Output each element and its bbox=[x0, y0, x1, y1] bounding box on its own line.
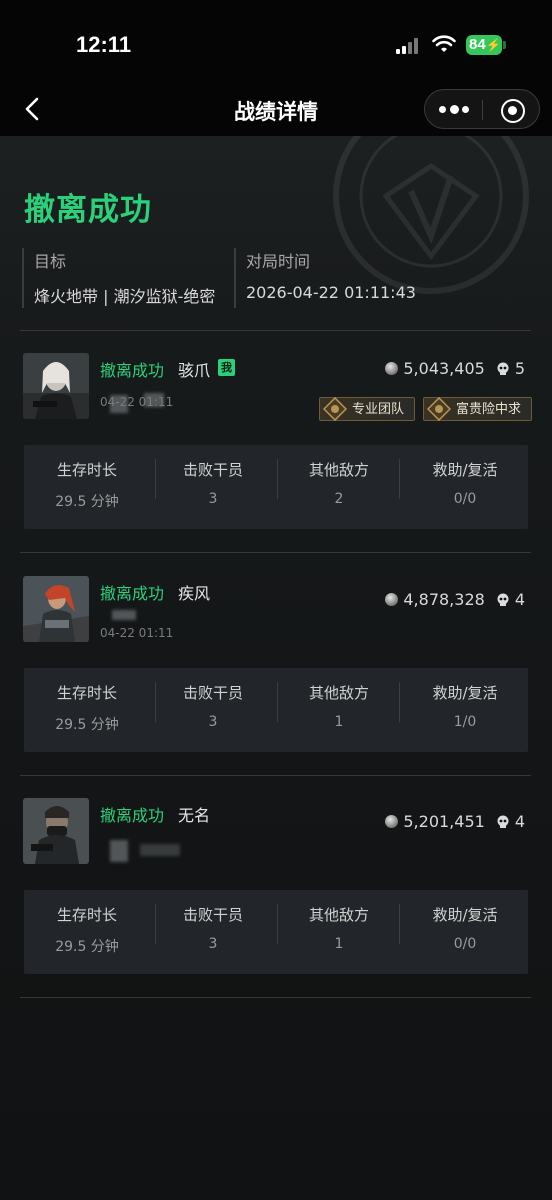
target-label: 目标 bbox=[34, 252, 67, 271]
medal-icon bbox=[426, 397, 451, 421]
stat-label: 击败干员 bbox=[182, 906, 243, 924]
stat-value: 29.5 分钟 bbox=[55, 494, 119, 510]
player-status: 撤离成功 bbox=[100, 361, 165, 380]
divider bbox=[20, 997, 531, 998]
player-name: 骇爪 bbox=[178, 361, 211, 380]
tag-badge: 富贵险中求 bbox=[422, 397, 532, 421]
money-value: 4,878,328 bbox=[403, 590, 485, 609]
match-result-title: 撤离成功 bbox=[24, 192, 152, 228]
coin-icon bbox=[385, 593, 399, 606]
money-display: 4,878,328 4 bbox=[385, 590, 525, 609]
stat-value: 2 bbox=[334, 491, 344, 507]
tag-badge: 专业团队 bbox=[318, 397, 415, 421]
tag-label: 专业团队 bbox=[351, 402, 404, 417]
clock: 12:11 bbox=[76, 32, 132, 57]
player-status: 撤离成功 bbox=[100, 584, 165, 603]
time-info: 对局时间 2026-04-22 01:11:43 bbox=[234, 248, 416, 308]
stat-value: 0/0 bbox=[453, 491, 477, 507]
stat-label: 生存时长 bbox=[56, 906, 117, 924]
avatar bbox=[23, 353, 89, 419]
stat-value: 3 bbox=[208, 714, 218, 730]
medal-icon bbox=[322, 397, 347, 421]
blurred-avatar-frame bbox=[110, 840, 128, 862]
stat-value: 1 bbox=[334, 714, 344, 730]
player-name: 无名 bbox=[178, 806, 211, 825]
mini-program-capsule bbox=[424, 89, 540, 129]
me-badge: 我 bbox=[218, 359, 235, 376]
stat-label: 击败干员 bbox=[182, 461, 243, 479]
stat-label: 救助/复活 bbox=[432, 684, 498, 702]
divider bbox=[20, 330, 531, 331]
money-value: 5,201,451 bbox=[403, 812, 485, 831]
money-display: 5,043,405 5 bbox=[385, 359, 525, 378]
avatar bbox=[23, 576, 89, 642]
wifi-icon bbox=[432, 35, 456, 52]
divider bbox=[20, 775, 531, 776]
nav-bar: 战绩详情 bbox=[0, 86, 552, 136]
tag-list: 专业团队 富贵险中求 bbox=[318, 397, 532, 421]
battery-tip bbox=[503, 41, 506, 49]
stat-label: 生存时长 bbox=[56, 461, 117, 479]
blurred-text bbox=[140, 844, 180, 856]
content-area: 撤离成功 目标 烽火地带 | 潮汐监狱-绝密 对局时间 2026-04-22 0… bbox=[0, 136, 552, 1200]
kills-value: 4 bbox=[514, 812, 525, 831]
coin-icon bbox=[385, 815, 399, 828]
capsule-divider bbox=[482, 100, 483, 120]
stat-value: 1/0 bbox=[453, 714, 477, 730]
target-value: 烽火地带 | 潮汐监狱-绝密 bbox=[34, 287, 216, 306]
stat-label: 生存时长 bbox=[56, 684, 117, 702]
skull-icon bbox=[497, 362, 509, 375]
stats-panel: 生存时长 29.5 分钟 击败干员 3 其他敌方 2 救助/复活 0/0 bbox=[24, 445, 528, 529]
battery-level: 84 bbox=[469, 36, 486, 53]
player-name: 疾风 bbox=[178, 584, 211, 603]
time-value: 2026-04-22 01:11:43 bbox=[246, 283, 416, 302]
stat-divider bbox=[399, 682, 400, 722]
stat-label: 击败干员 bbox=[182, 684, 243, 702]
signal-icon bbox=[396, 38, 418, 54]
stat-label: 救助/复活 bbox=[432, 461, 498, 479]
stat-divider bbox=[399, 459, 400, 499]
player-status: 撤离成功 bbox=[100, 806, 165, 825]
blurred-text bbox=[112, 610, 136, 620]
player-sub-time: 04-22 01:11 bbox=[100, 626, 174, 640]
kills-value: 4 bbox=[514, 590, 525, 609]
stats-panel: 生存时长 29.5 分钟 击败干员 3 其他敌方 1 救助/复活 1/0 bbox=[24, 668, 528, 752]
stat-label: 救助/复活 bbox=[432, 906, 498, 924]
divider bbox=[20, 552, 531, 553]
stat-label: 其他敌方 bbox=[308, 684, 369, 702]
stat-divider bbox=[399, 904, 400, 944]
stat-value: 3 bbox=[208, 491, 218, 507]
money-value: 5,043,405 bbox=[403, 359, 485, 378]
stat-value: 29.5 分钟 bbox=[55, 939, 119, 955]
money-display: 5,201,451 4 bbox=[385, 812, 525, 831]
battery-icon: 84 ⚡ bbox=[466, 35, 502, 55]
skull-icon bbox=[497, 815, 509, 828]
stat-value: 0/0 bbox=[453, 936, 477, 952]
skull-icon bbox=[497, 593, 509, 606]
tag-label: 富贵险中求 bbox=[455, 402, 521, 417]
coin-icon bbox=[385, 362, 399, 375]
stat-value: 29.5 分钟 bbox=[55, 717, 119, 733]
stat-label: 其他敌方 bbox=[308, 906, 369, 924]
player-sub-time: 04-22 01:11 bbox=[100, 395, 174, 409]
kills-value: 5 bbox=[514, 359, 525, 378]
avatar bbox=[23, 798, 89, 864]
stat-value: 1 bbox=[334, 936, 344, 952]
stat-label: 其他敌方 bbox=[308, 461, 369, 479]
more-dots-icon[interactable] bbox=[439, 104, 469, 116]
time-label: 对局时间 bbox=[246, 252, 311, 271]
stats-panel: 生存时长 29.5 分钟 击败干员 3 其他敌方 1 救助/复活 0/0 bbox=[24, 890, 528, 974]
target-info: 目标 烽火地带 | 潮汐监狱-绝密 bbox=[22, 248, 215, 308]
stat-value: 3 bbox=[208, 936, 218, 952]
target-icon[interactable] bbox=[501, 99, 525, 123]
status-bar: 12:11 84 ⚡ bbox=[0, 0, 552, 86]
